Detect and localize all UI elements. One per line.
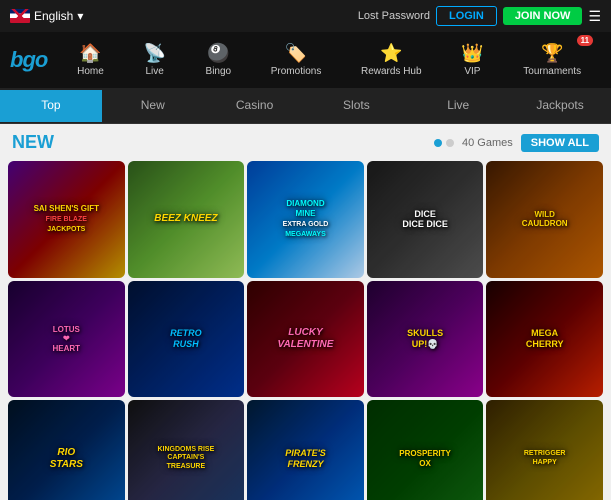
game-beez-kneez[interactable]: Beez Kneez [128,161,245,278]
nav-vip-label: VIP [464,66,480,77]
bingo-icon: 🎱 [207,43,229,64]
nav-items: 🏠 Home 📡 Live 🎱 Bingo 🏷️ Promotions ⭐ Re… [57,39,601,81]
show-all-button[interactable]: SHOW ALL [521,134,599,152]
nav-home[interactable]: 🏠 Home [71,39,110,81]
nav-bingo-label: Bingo [206,66,232,77]
nav-rewards-label: Rewards Hub [361,66,422,77]
game-captains-treasure[interactable]: KINGDOMS RISECaptain'sTreasure [128,400,245,500]
dot-2[interactable] [446,139,454,147]
nav-rewards[interactable]: ⭐ Rewards Hub [355,39,428,81]
game-diamond-mine[interactable]: DIAMONDMINEExtra GoldMEGAWAYS [247,161,364,278]
game-rio-stars[interactable]: RIOSTARS [8,400,125,500]
join-button[interactable]: JOIN NOW [503,7,583,25]
section-header: NEW 40 Games SHOW ALL [0,124,611,157]
top-bar-actions: Lost Password LOGIN JOIN NOW ☰ [358,6,601,26]
live-icon: 📡 [143,43,165,64]
games-grid: SAI SHEN'S GIFTFIRE BLAZEJACKPOTS Beez K… [0,157,611,500]
section-title: NEW [12,132,54,153]
nav-vip[interactable]: 👑 VIP [455,39,489,81]
tab-top[interactable]: Top [0,90,102,122]
tab-live[interactable]: Live [407,90,509,122]
nav-tournaments[interactable]: 🏆 11 Tournaments [517,39,587,81]
dot-indicators [434,139,454,147]
top-bar: English ▾ Lost Password LOGIN JOIN NOW ☰ [0,0,611,32]
vip-icon: 👑 [461,43,483,64]
tab-casino[interactable]: Casino [204,90,306,122]
tab-slots[interactable]: Slots [305,90,407,122]
lost-password-link[interactable]: Lost Password [358,10,430,22]
login-button[interactable]: LOGIN [436,6,497,26]
game-mega-cherry[interactable]: MEGACHERRY [486,281,603,398]
logo[interactable]: bgo [10,47,47,73]
language-selector[interactable]: English ▾ [10,9,83,23]
nav-promotions[interactable]: 🏷️ Promotions [265,39,328,81]
tournaments-badge: 11 [577,35,593,46]
games-count: 40 Games [462,137,513,149]
nav-promotions-label: Promotions [271,66,322,77]
game-dice-dice-dice[interactable]: DiceDice Dice [367,161,484,278]
nav-home-label: Home [77,66,104,77]
section-controls: 40 Games SHOW ALL [434,134,599,152]
tab-jackpots[interactable]: Jackpots [509,90,611,122]
nav-live[interactable]: 📡 Live [137,39,171,81]
dot-1[interactable] [434,139,442,147]
sub-nav: Top New Casino Slots Live Jackpots [0,88,611,124]
rewards-icon: ⭐ [380,43,402,64]
game-wild-cauldron[interactable]: WILDCAULDRON [486,161,603,278]
nav-bingo[interactable]: 🎱 Bingo [200,39,238,81]
game-lucky-valentine[interactable]: LuckyValentine [247,281,364,398]
tab-new[interactable]: New [102,90,204,122]
promotions-icon: 🏷️ [285,43,307,64]
chevron-down-icon: ▾ [77,9,83,23]
content-area: NEW 40 Games SHOW ALL SAI SHEN'S GIFTFIR… [0,124,611,500]
game-retrigger-happy[interactable]: RETRIGGERHAPPY [486,400,603,500]
nav-tournaments-label: Tournaments [523,66,581,77]
flag-icon [10,9,30,23]
game-retro-rush[interactable]: RETRORUSH [128,281,245,398]
game-pirates-frenzy[interactable]: PIRATE'SFRENZY [247,400,364,500]
menu-icon[interactable]: ☰ [588,8,601,25]
lang-label: English [34,9,73,23]
game-lotus-heart[interactable]: LOTUS❤HEART [8,281,125,398]
main-nav: bgo 🏠 Home 📡 Live 🎱 Bingo 🏷️ Promotions … [0,32,611,88]
game-prosperity-ox[interactable]: PROSPERITYOX [367,400,484,500]
home-icon: 🏠 [79,43,101,64]
game-skulls-up[interactable]: SKULLSUP!💀 [367,281,484,398]
nav-live-label: Live [146,66,164,77]
game-sai-shens-gift[interactable]: SAI SHEN'S GIFTFIRE BLAZEJACKPOTS [8,161,125,278]
tournaments-icon: 🏆 [541,43,563,64]
